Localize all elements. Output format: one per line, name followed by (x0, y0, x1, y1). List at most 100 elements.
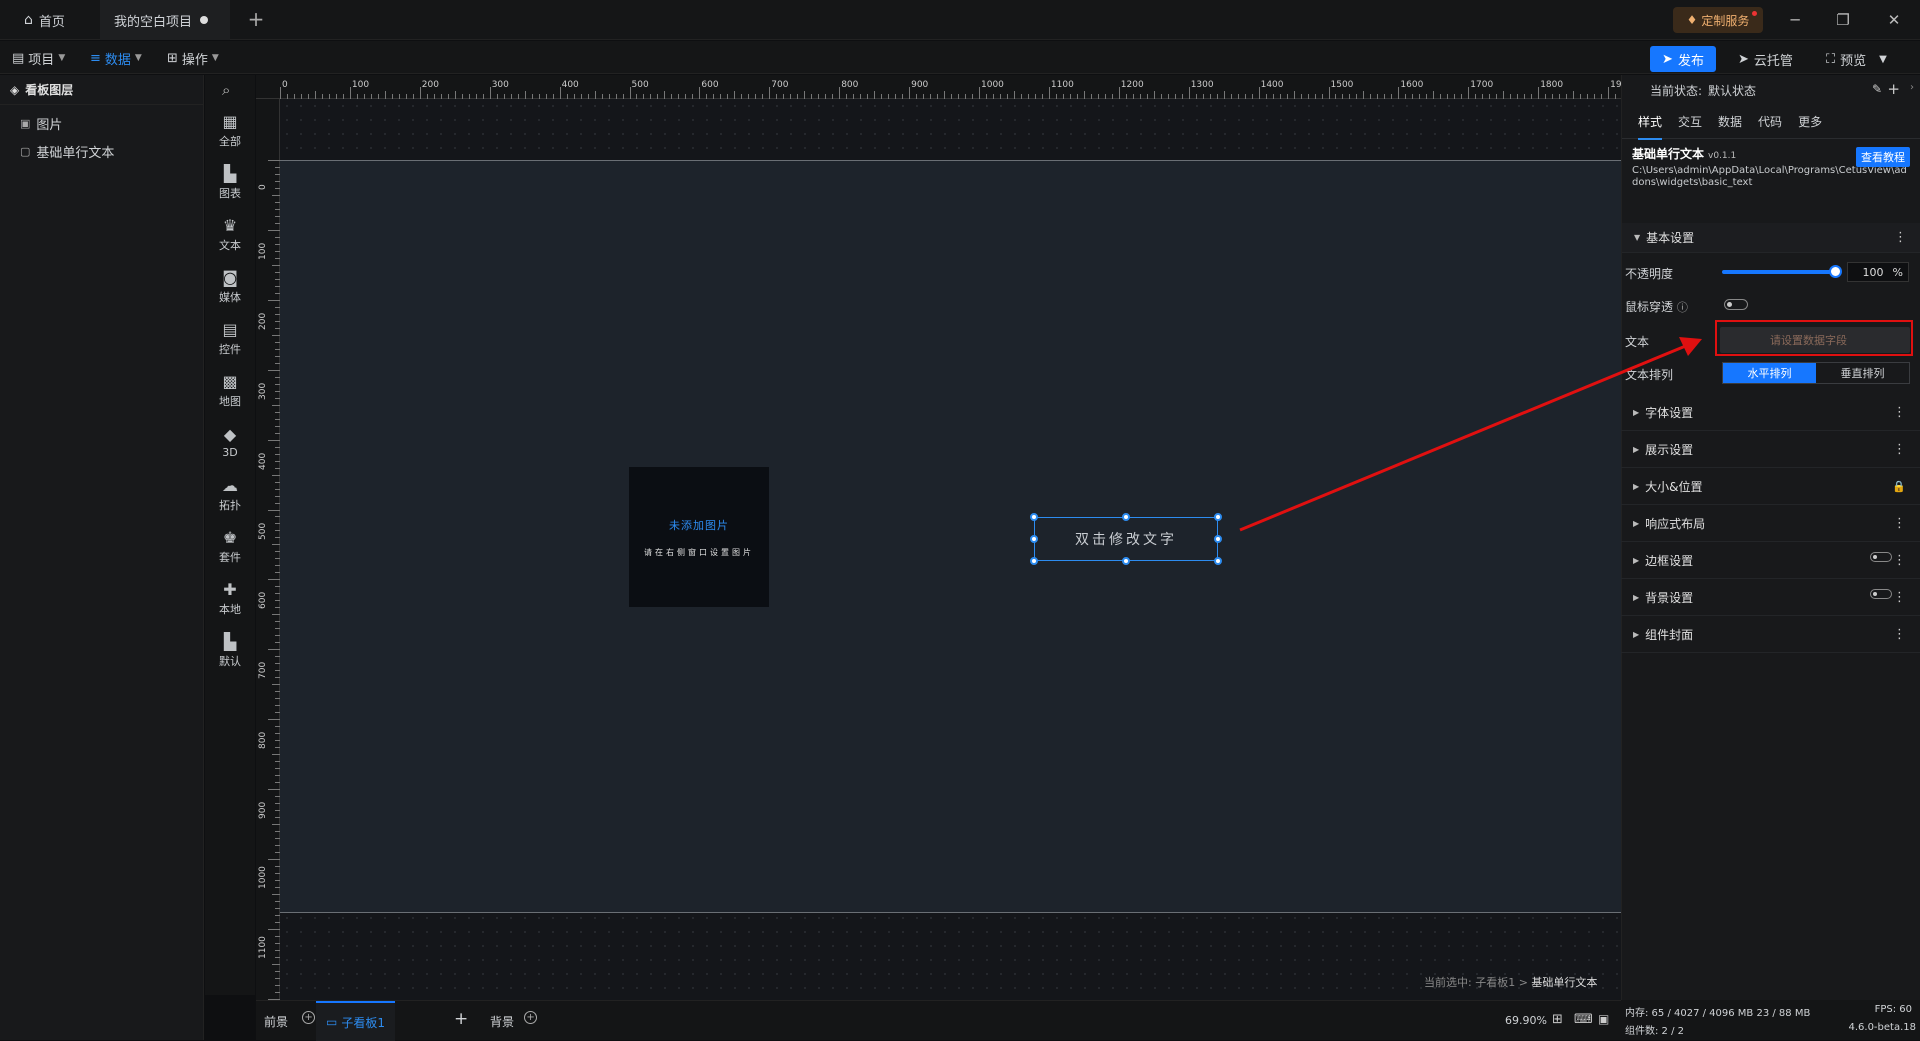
tab-style[interactable]: 样式 (1638, 113, 1663, 140)
image-widget[interactable]: 未添加图片 请在右侧窗口设置图片 (629, 467, 769, 607)
component-control[interactable]: ▤ 控件 (205, 313, 255, 363)
lock-icon[interactable]: 🔒 (1892, 480, 1906, 493)
new-tab-button[interactable]: + (244, 8, 268, 32)
text-widget[interactable]: 双击修改文字 (1034, 517, 1218, 561)
more-vertical-icon[interactable]: ⋮ (1893, 590, 1906, 605)
tab-code[interactable]: 代码 (1758, 113, 1782, 130)
vertical-option[interactable]: 垂直排列 (1816, 363, 1909, 383)
zoom-level[interactable]: 69.90% (1505, 1014, 1547, 1027)
fit-screen-icon[interactable]: ⊞ (1552, 1012, 1563, 1027)
section-basic-settings[interactable]: ▼ 基本设置 ⋮ (1622, 223, 1920, 253)
section-6[interactable]: ▶ 背景设置 ⋮ (1621, 579, 1920, 616)
section-toggle[interactable] (1870, 589, 1892, 599)
component-map[interactable]: ▩ 地图 (205, 365, 255, 415)
ruler-minor-tick (1307, 94, 1309, 99)
resize-handle[interactable] (1214, 513, 1222, 521)
ruler-minor-tick (275, 761, 280, 763)
menu-operate[interactable]: ⊞ 操作 ▼ (167, 47, 219, 69)
horizontal-option[interactable]: 水平排列 (1723, 363, 1816, 383)
foreground-tab[interactable]: 前景 + (264, 1011, 316, 1030)
menu-data[interactable]: ≡ 数据 ▼ (90, 47, 142, 69)
section-toggle[interactable] (1870, 552, 1892, 562)
resize-handle[interactable] (1214, 535, 1222, 543)
opacity-slider-handle[interactable] (1829, 265, 1842, 278)
section-1[interactable]: ▶ 字体设置 ⋮ (1621, 394, 1920, 431)
opacity-slider[interactable] (1722, 270, 1836, 274)
media-icon: ◙ (222, 267, 238, 287)
more-vertical-icon[interactable]: ⋮ (1893, 405, 1906, 420)
search-icon[interactable]: ⌕ (222, 81, 230, 99)
ruler-minor-tick (275, 900, 280, 902)
more-vertical-icon[interactable]: ⋮ (1894, 230, 1907, 245)
add-circle-icon[interactable]: + (524, 1011, 538, 1024)
section-2[interactable]: ▶ 展示设置 ⋮ (1621, 431, 1920, 468)
sub-board-tab[interactable]: ▭ 子看板1 (316, 1001, 395, 1041)
ruler-minor-tick (275, 222, 280, 224)
ruler-minor-tick (1440, 94, 1442, 99)
tab-project[interactable]: 我的空白项目 (100, 0, 230, 40)
add-board-button[interactable]: + (454, 1009, 468, 1029)
resize-handle[interactable] (1122, 513, 1130, 521)
component-media[interactable]: ◙ 媒体 (205, 261, 255, 311)
resize-handle[interactable] (1122, 557, 1130, 565)
state-value[interactable]: 默认状态 (1708, 82, 1756, 99)
component-3d[interactable]: ◆ 3D (205, 417, 255, 467)
component-all[interactable]: ▦ 全部 (205, 105, 255, 155)
ruler-minor-tick (1209, 94, 1211, 99)
layer-item-text[interactable]: ▢ 基础单行文本 (0, 137, 203, 165)
publish-button[interactable]: ➤ 发布 (1650, 46, 1716, 72)
ruler-minor-tick (916, 94, 918, 99)
component-chart[interactable]: ▙ 图表 (205, 157, 255, 207)
component-text[interactable]: ♛ 文本 (205, 209, 255, 259)
cloud-hosting-button[interactable]: ➤ 云托管 (1738, 46, 1793, 72)
component-default[interactable]: ▙ 默认 (205, 625, 255, 675)
caret-right-icon: ▶ (1633, 518, 1640, 528)
resize-handle[interactable] (1030, 557, 1038, 565)
terminal-icon[interactable]: ▣ (1598, 1012, 1609, 1026)
more-vertical-icon[interactable]: ⋮ (1893, 553, 1906, 568)
component-local[interactable]: ✚ 本地 (205, 573, 255, 623)
layer-item-image[interactable]: ▣ 图片 (0, 109, 203, 137)
more-vertical-icon[interactable]: ⋮ (1893, 442, 1906, 457)
ruler-minor-tick (1566, 94, 1568, 99)
edit-icon[interactable]: ✎ (1872, 82, 1882, 96)
resize-handle[interactable] (1214, 557, 1222, 565)
section-7[interactable]: ▶ 组件封面 ⋮ (1621, 616, 1920, 653)
menu-project[interactable]: ▤ 项目 ▼ (12, 47, 65, 69)
tutorial-button[interactable]: 查看教程 (1856, 147, 1910, 167)
minimize-button[interactable]: ─ (1781, 8, 1809, 32)
more-vertical-icon[interactable]: ⋮ (1893, 516, 1906, 531)
component-topology[interactable]: ☁ 拓扑 (205, 469, 255, 519)
keyboard-icon[interactable]: ⌨ (1574, 1012, 1593, 1027)
help-icon[interactable]: ⓘ (1677, 301, 1688, 314)
resize-handle[interactable] (1030, 535, 1038, 543)
background-tab[interactable]: 背景 + (490, 1011, 538, 1030)
add-circle-icon[interactable]: + (302, 1011, 316, 1024)
preview-button[interactable]: ⛶ 预览 ▼ (1826, 46, 1887, 72)
menu-bar: ▤ 项目 ▼ ≡ 数据 ▼ ⊞ 操作 ▼ (0, 41, 1920, 74)
opacity-input[interactable]: 100 % (1847, 262, 1909, 282)
tab-data[interactable]: 数据 (1718, 113, 1742, 130)
ruler-tick (268, 649, 280, 651)
text-box-icon: ▢ (20, 144, 31, 158)
section-4[interactable]: ▶ 响应式布局 ⋮ (1621, 505, 1920, 542)
component-kit[interactable]: ♚ 套件 (205, 521, 255, 571)
more-vertical-icon[interactable]: ⋮ (1893, 627, 1906, 642)
section-3[interactable]: ▶ 大小&位置 🔒 (1621, 468, 1920, 505)
restore-button[interactable]: ❐ (1829, 8, 1857, 32)
resize-handle[interactable] (1030, 513, 1038, 521)
canvas-area[interactable]: 0 100 200 300 400 500 600 700 800 900 1000 1100 1200… (256, 75, 1621, 1000)
chevron-right-icon[interactable]: › (1910, 82, 1914, 93)
ruler-minor-tick (275, 320, 280, 322)
plus-icon[interactable]: + (1887, 80, 1900, 98)
mouse-through-toggle[interactable] (1724, 299, 1748, 310)
sub-board[interactable] (280, 160, 1621, 913)
section-5[interactable]: ▶ 边框设置 ⋮ (1621, 542, 1920, 579)
tab-more[interactable]: 更多 (1798, 113, 1822, 130)
grid-icon: ▦ (222, 111, 238, 131)
tab-home[interactable]: ⌂ 首页 (10, 0, 100, 40)
close-button[interactable]: ✕ (1880, 8, 1908, 32)
ruler-label: 900 (258, 801, 268, 820)
tab-interaction[interactable]: 交互 (1678, 113, 1702, 130)
custom-service-button[interactable]: ♦ 定制服务 (1673, 7, 1763, 33)
